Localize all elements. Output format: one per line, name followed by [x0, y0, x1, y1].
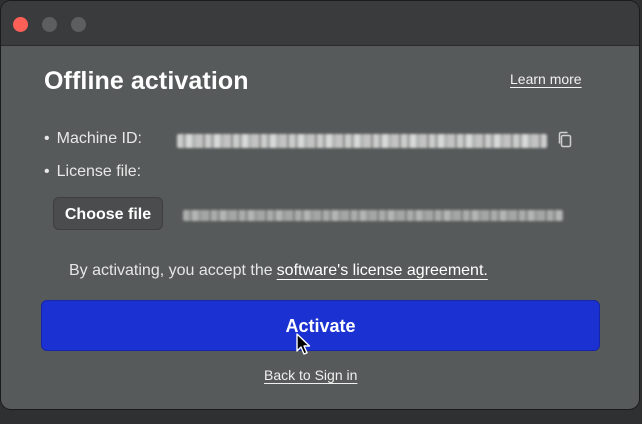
- bullet: •: [44, 163, 50, 180]
- bullet: •: [44, 130, 50, 147]
- agreement-prefix: By activating, you accept the: [69, 262, 273, 279]
- license-file-row: • License file:: [44, 163, 141, 181]
- license-agreement-link[interactable]: software's license agreement.: [277, 262, 488, 279]
- machine-id-value-redacted: [177, 134, 547, 148]
- page-title: Offline activation: [44, 67, 249, 95]
- machine-id-label: Machine ID:: [56, 130, 142, 147]
- copy-icon[interactable]: [557, 131, 573, 148]
- arrow-cursor-icon: [296, 333, 311, 355]
- minimize-window-button[interactable]: [42, 17, 57, 32]
- zoom-window-button[interactable]: [71, 17, 86, 32]
- learn-more-link[interactable]: Learn more: [510, 71, 582, 87]
- license-file-path-redacted: [183, 210, 563, 221]
- machine-id-row: • Machine ID:: [44, 130, 142, 148]
- license-file-label: License file:: [56, 163, 142, 180]
- agreement-text: By activating, you accept the software's …: [69, 262, 488, 280]
- title-bar: [1, 1, 639, 46]
- back-to-sign-in-link[interactable]: Back to Sign in: [264, 367, 357, 383]
- close-window-button[interactable]: [13, 17, 28, 32]
- choose-file-button[interactable]: Choose file: [53, 197, 163, 230]
- activate-button[interactable]: Activate: [41, 300, 600, 351]
- offline-activation-window: Offline activation Learn more • Machine I…: [0, 0, 640, 410]
